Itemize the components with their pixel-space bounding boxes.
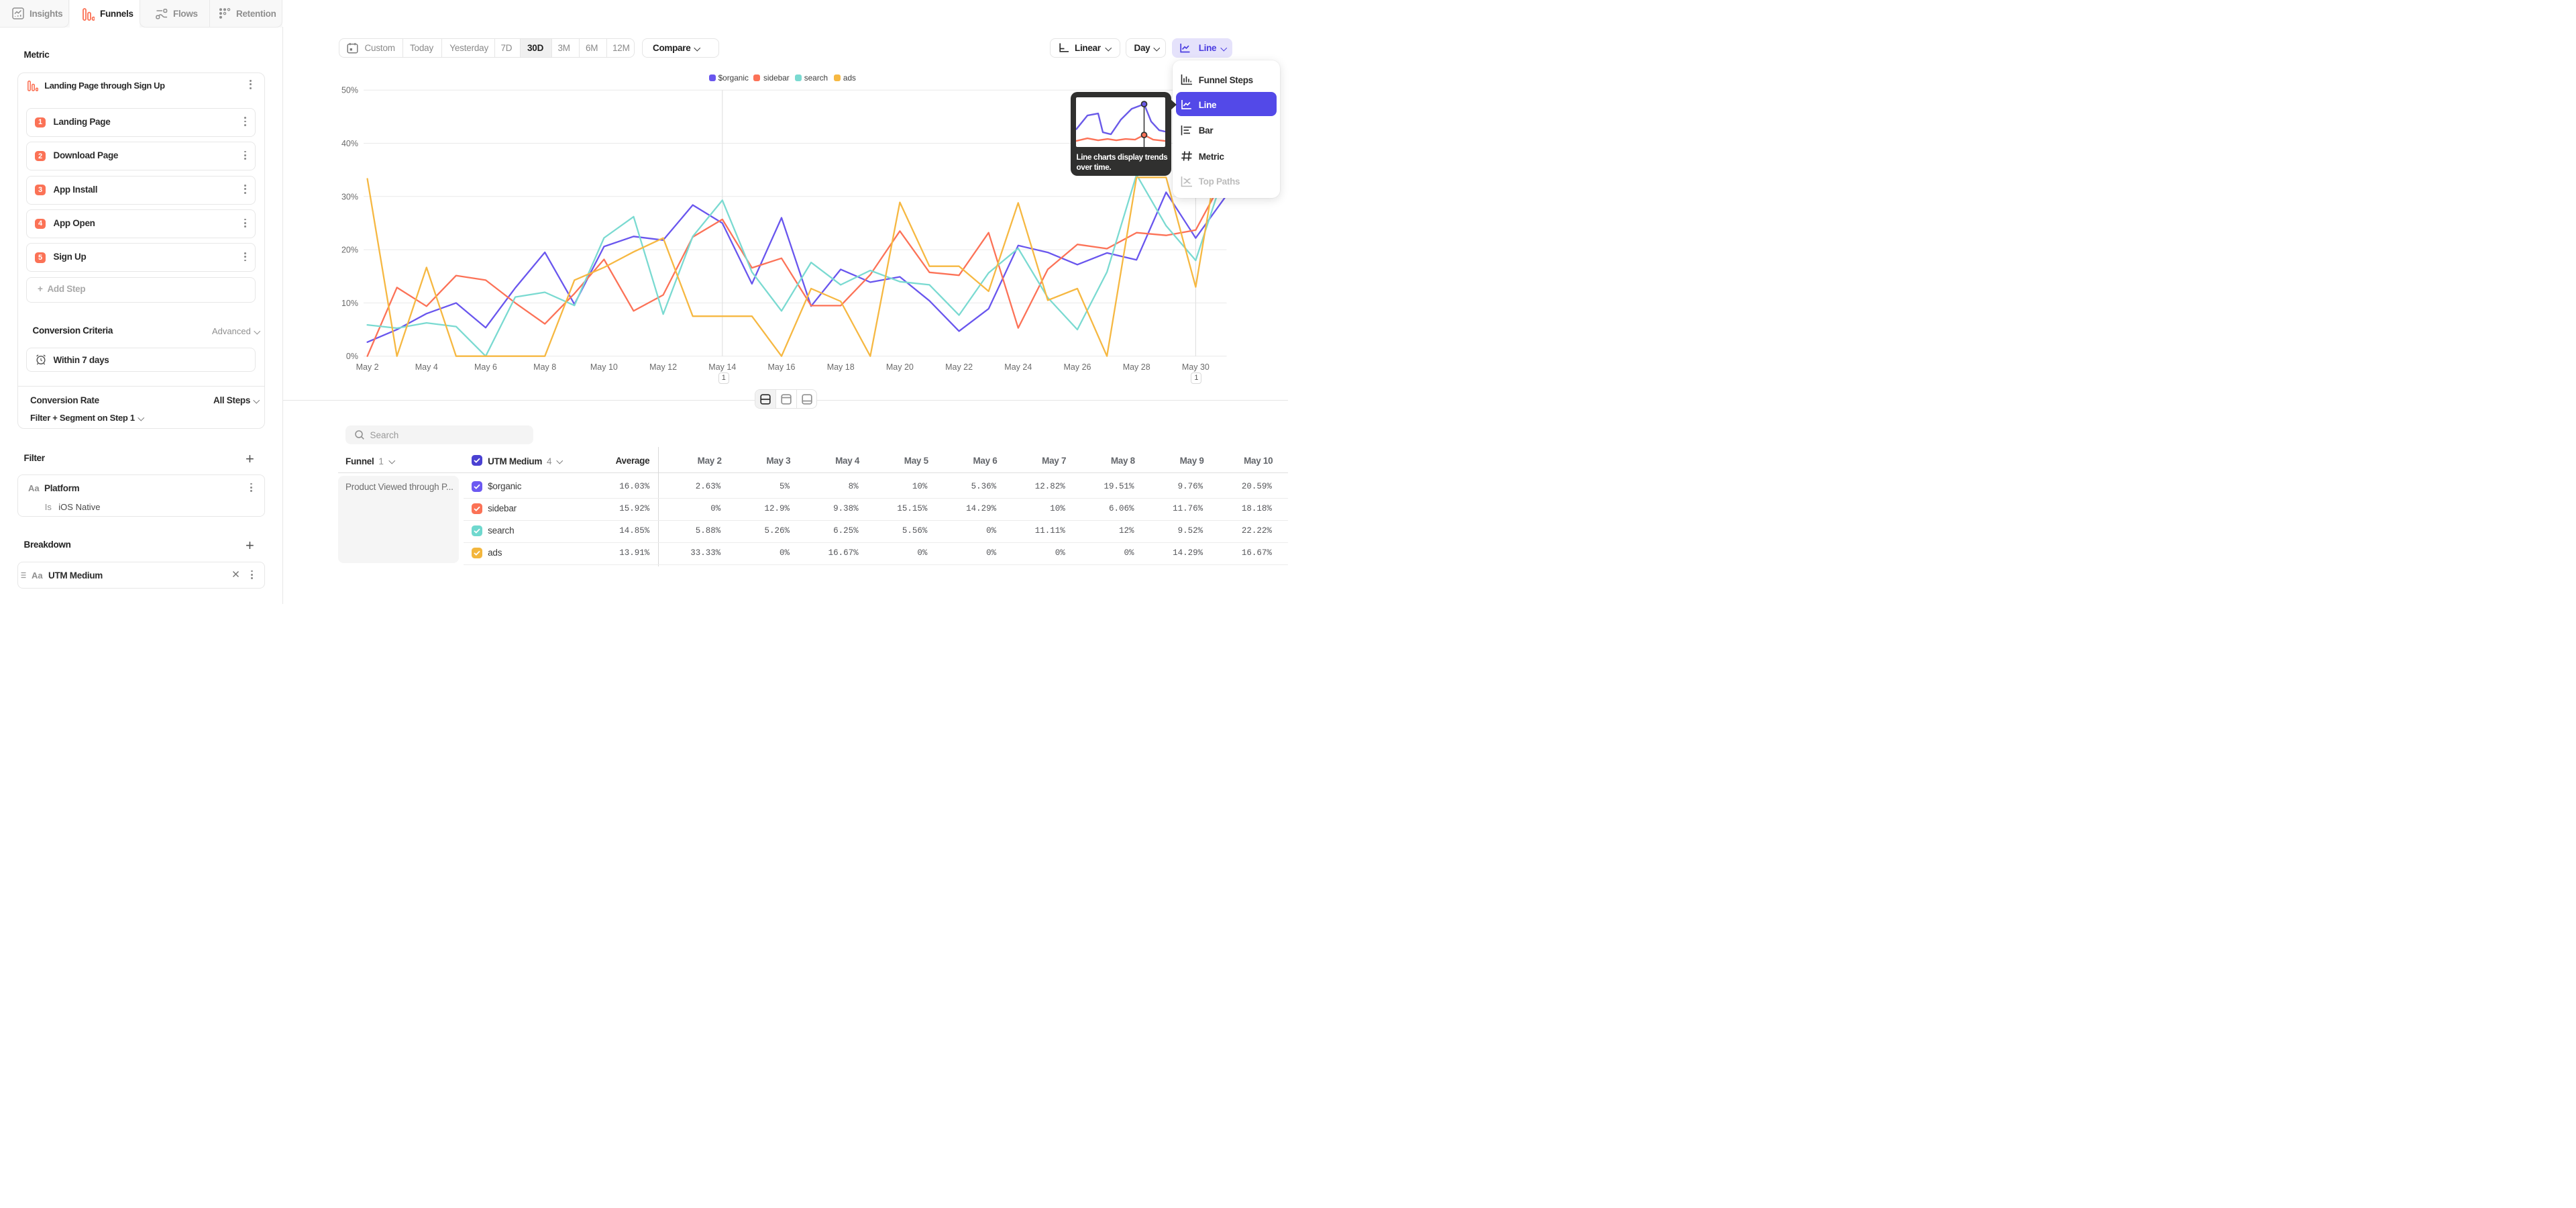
- svg-text:May 8: May 8: [533, 362, 556, 372]
- svg-text:May 2: May 2: [356, 362, 379, 372]
- svg-text:10%: 10%: [341, 299, 358, 308]
- svg-text:May 22: May 22: [945, 362, 973, 372]
- svg-text:May 14: May 14: [708, 362, 736, 372]
- svg-text:50%: 50%: [341, 86, 358, 95]
- svg-text:May 26: May 26: [1064, 362, 1091, 372]
- svg-text:May 18: May 18: [827, 362, 855, 372]
- svg-text:May 28: May 28: [1123, 362, 1150, 372]
- svg-text:May 10: May 10: [590, 362, 618, 372]
- svg-text:30%: 30%: [341, 192, 358, 201]
- svg-text:May 16: May 16: [768, 362, 796, 372]
- svg-text:May 30: May 30: [1182, 362, 1210, 372]
- svg-text:May 24: May 24: [1004, 362, 1032, 372]
- svg-text:May 6: May 6: [474, 362, 497, 372]
- svg-text:May 20: May 20: [886, 362, 914, 372]
- svg-text:0%: 0%: [346, 352, 358, 361]
- svg-text:40%: 40%: [341, 139, 358, 148]
- svg-text:May 12: May 12: [649, 362, 677, 372]
- svg-text:20%: 20%: [341, 246, 358, 255]
- svg-text:May 4: May 4: [415, 362, 438, 372]
